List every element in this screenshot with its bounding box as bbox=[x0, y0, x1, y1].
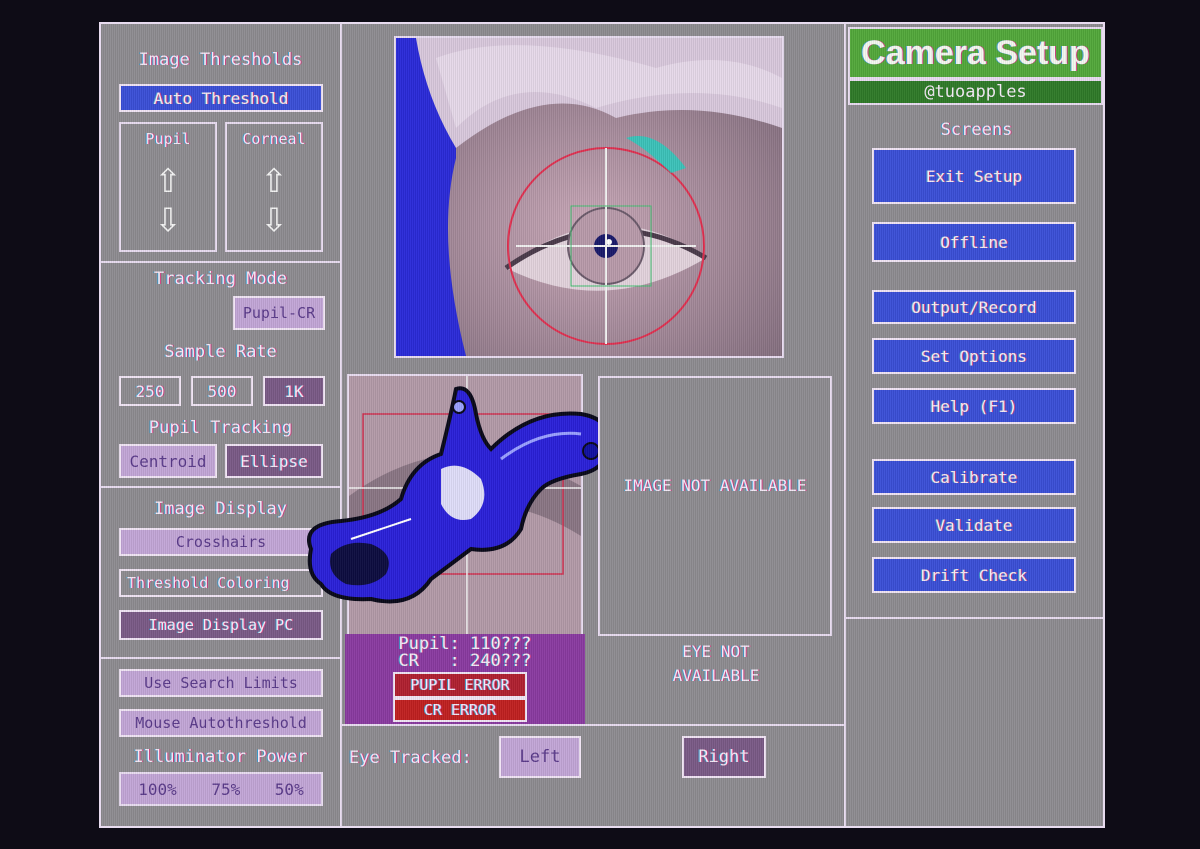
offline-button[interactable]: Offline bbox=[872, 222, 1076, 262]
corneal-threshold-box: Corneal ⇧ ⇩ bbox=[225, 122, 323, 252]
image-not-available-box: IMAGE NOT AVAILABLE bbox=[598, 376, 832, 636]
eye-tracked-label: Eye Tracked: bbox=[349, 748, 472, 768]
pupil-error-badge: PUPIL ERROR bbox=[393, 672, 527, 698]
sample-rate-500-button[interactable]: 500 bbox=[191, 376, 253, 406]
pupil-threshold-box: Pupil ⇧ ⇩ bbox=[119, 122, 217, 252]
tracking-mode-title: Tracking Mode bbox=[153, 269, 288, 289]
use-search-limits-button[interactable]: Use Search Limits bbox=[119, 669, 323, 697]
illuminator-75-option[interactable]: 75% bbox=[211, 780, 240, 799]
divider bbox=[101, 657, 342, 659]
down-arrow-icon[interactable]: ⇩ bbox=[121, 196, 215, 240]
app-title: Camera Setup bbox=[861, 33, 1090, 72]
corneal-threshold-label: Corneal bbox=[242, 130, 306, 148]
image-thresholds-title: Image Thresholds bbox=[138, 50, 303, 70]
handle-text: @tuoapples bbox=[924, 82, 1027, 102]
illuminator-power-title: Illuminator Power bbox=[133, 747, 308, 767]
eye-image-graphic bbox=[396, 38, 782, 356]
screens-label: Screens bbox=[940, 120, 1013, 140]
divider bbox=[101, 261, 342, 263]
liquid-blob-graphic bbox=[307, 386, 612, 604]
down-arrow-icon[interactable]: ⇩ bbox=[227, 196, 321, 240]
illuminator-power-group: 100% 75% 50% bbox=[119, 772, 323, 806]
eye-not-available-text: EYE NOT AVAILABLE bbox=[672, 642, 760, 685]
illuminator-100-option[interactable]: 100% bbox=[138, 780, 177, 799]
eye-right-button[interactable]: Right bbox=[682, 736, 766, 778]
centroid-button[interactable]: Centroid bbox=[119, 444, 217, 478]
image-not-available-text: IMAGE NOT AVAILABLE bbox=[623, 476, 807, 495]
cr-status-text: CR : 240??? bbox=[398, 651, 532, 671]
eye-camera-image[interactable] bbox=[394, 36, 784, 358]
set-options-button[interactable]: Set Options bbox=[872, 338, 1076, 374]
camera-setup-screen: Image Thresholds Auto Threshold Pupil ⇧ … bbox=[99, 22, 1105, 828]
handle-bar: @tuoapples bbox=[848, 79, 1103, 105]
divider bbox=[342, 724, 844, 726]
app-title-bar: Camera Setup bbox=[848, 27, 1103, 79]
drift-check-button[interactable]: Drift Check bbox=[872, 557, 1076, 593]
sample-rate-title: Sample Rate bbox=[164, 342, 277, 362]
help-button[interactable]: Help (F1) bbox=[872, 388, 1076, 424]
pupil-threshold-label: Pupil bbox=[145, 130, 191, 148]
status-panel: Pupil: 110??? CR : 240??? PUPIL ERROR CR… bbox=[345, 634, 585, 724]
mouse-autothreshold-button[interactable]: Mouse Autothreshold bbox=[119, 709, 323, 737]
tracking-mode-button[interactable]: Pupil-CR bbox=[233, 296, 325, 330]
illuminator-50-option[interactable]: 50% bbox=[275, 780, 304, 799]
auto-threshold-button[interactable]: Auto Threshold bbox=[119, 84, 323, 112]
sample-rate-250-button[interactable]: 250 bbox=[119, 376, 181, 406]
validate-button[interactable]: Validate bbox=[872, 507, 1076, 543]
cr-error-badge: CR ERROR bbox=[393, 698, 527, 722]
calibrate-button[interactable]: Calibrate bbox=[872, 459, 1076, 495]
eye-left-button[interactable]: Left bbox=[499, 736, 581, 778]
output-record-button[interactable]: Output/Record bbox=[872, 290, 1076, 324]
exit-setup-button[interactable]: Exit Setup bbox=[872, 148, 1076, 204]
divider bbox=[846, 617, 1103, 619]
divider-right bbox=[844, 24, 846, 826]
